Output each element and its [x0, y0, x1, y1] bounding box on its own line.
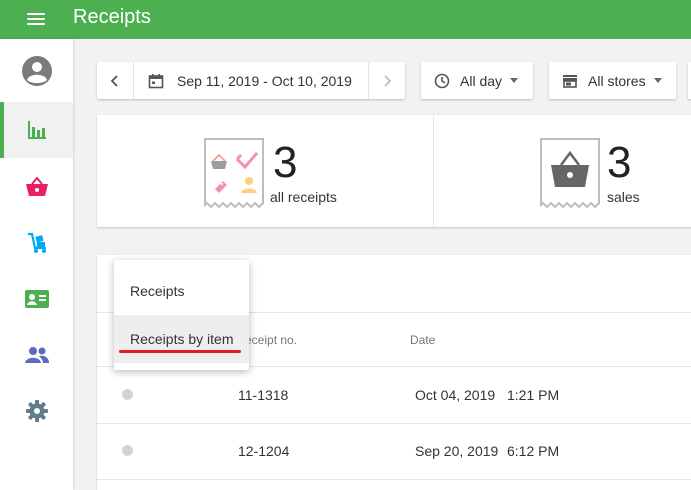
store-filter-dropdown[interactable]: All stores [549, 62, 676, 99]
chevron-down-icon [653, 78, 662, 83]
all-receipts-count: 3 [273, 138, 298, 187]
reports-icon [27, 121, 46, 139]
receipt-date: Sep 20, 2019 [415, 443, 499, 459]
sidebar-item-account[interactable] [0, 43, 73, 99]
view-selector-menu: Receipts Receipts by item [114, 260, 249, 370]
sidebar [0, 39, 73, 490]
sales-label: sales [607, 189, 640, 205]
sidebar-item-customers[interactable] [0, 327, 73, 383]
store-filter-label: All stores [588, 72, 646, 89]
menu-item-receipts-by-item[interactable]: Receipts by item [114, 315, 249, 363]
menu-item-receipts[interactable]: Receipts [114, 267, 249, 315]
receipt-time: 1:21 PM [507, 387, 560, 403]
summary-card: 3 all receipts 3 sales [97, 115, 691, 227]
sales-count: 3 [607, 138, 632, 187]
receipt-time: 6:12 PM [507, 443, 560, 459]
store-icon [563, 74, 577, 88]
date-range-label: Sep 11, 2019 - Oct 10, 2019 [177, 72, 352, 89]
calendar-icon [148, 73, 164, 88]
table-row[interactable]: 12-1204 Sep 20, 2019 6:12 PM [97, 423, 691, 479]
chevron-right-icon [384, 74, 392, 87]
employee-card-icon [24, 290, 49, 308]
page-title: Receipts [73, 6, 151, 28]
menu-icon[interactable] [24, 7, 48, 31]
basket-icon [25, 176, 48, 196]
receipt-icon [204, 138, 264, 208]
time-filter-dropdown[interactable]: All day [421, 62, 533, 99]
receipt-date: Oct 04, 2019 [415, 387, 496, 403]
receipt-number: 12-1204 [238, 443, 290, 459]
status-dot [122, 445, 133, 456]
summary-divider [433, 115, 434, 227]
column-header-date[interactable]: Date [410, 333, 435, 347]
annotation-underline [119, 350, 241, 353]
sidebar-item-settings[interactable] [0, 383, 73, 439]
table-row[interactable]: 11-1318 Oct 04, 2019 1:21 PM [97, 367, 691, 423]
chevron-left-icon [110, 74, 118, 87]
all-receipts-label: all receipts [270, 189, 337, 205]
app-bar: Receipts [0, 0, 691, 39]
sales-receipt-icon [540, 138, 600, 208]
customers-icon [24, 347, 49, 363]
receipt-number: 11-1318 [238, 387, 289, 403]
date-range-picker[interactable]: Sep 11, 2019 - Oct 10, 2019 [97, 62, 405, 99]
clock-icon [434, 73, 450, 88]
settings-icon [25, 400, 48, 422]
sidebar-item-reports[interactable] [0, 102, 73, 158]
next-period-button[interactable] [368, 62, 405, 99]
sidebar-item-inventory[interactable] [0, 215, 73, 271]
sidebar-item-sales[interactable] [0, 159, 73, 215]
sidebar-item-employees[interactable] [0, 271, 73, 327]
time-filter-label: All day [460, 72, 503, 89]
date-range-field[interactable]: Sep 11, 2019 - Oct 10, 2019 [134, 73, 368, 89]
status-dot [122, 389, 133, 400]
account-icon [21, 56, 52, 86]
column-header-receipt-no[interactable]: eceipt no. [245, 333, 297, 347]
previous-period-button[interactable] [97, 62, 134, 99]
inventory-icon [27, 232, 46, 253]
table-divider [97, 479, 691, 480]
chevron-down-icon [510, 78, 519, 83]
